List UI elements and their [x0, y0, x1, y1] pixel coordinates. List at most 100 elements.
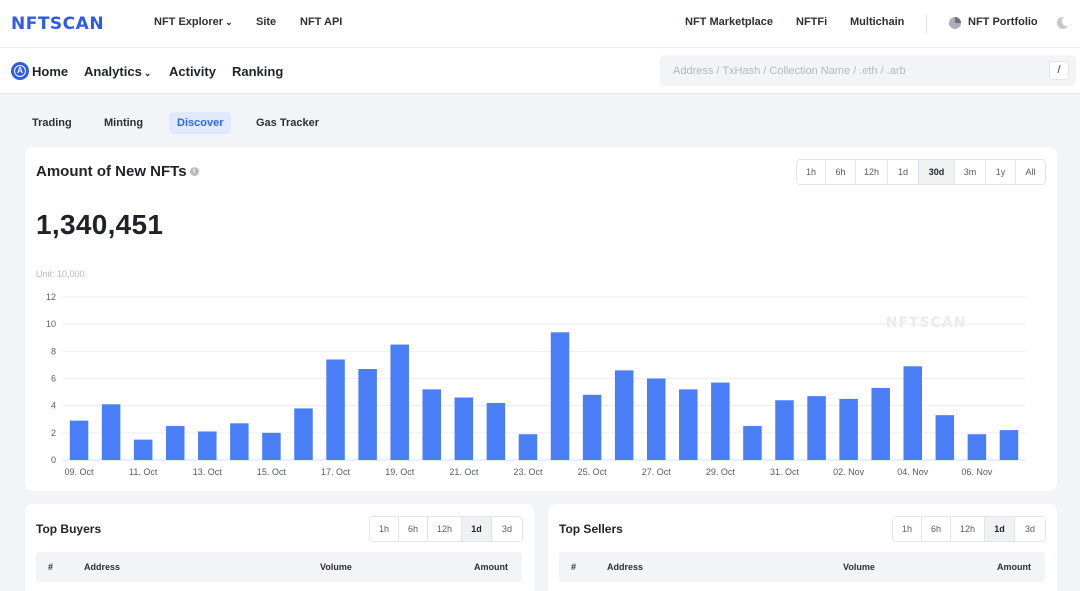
y-tick-label: 6 — [51, 374, 56, 384]
x-tick-label: 21. Oct — [449, 467, 479, 477]
chart-bar[interactable] — [486, 402, 506, 460]
tab-minting[interactable]: Minting — [96, 112, 151, 134]
column-address: Address — [607, 562, 644, 572]
top-buyers-card: Top Buyers 1h 6h 12h 1d 3d # Address Vol… — [25, 504, 534, 591]
chart-bar[interactable] — [518, 434, 538, 460]
chart-bar[interactable] — [999, 430, 1019, 460]
chart-bar[interactable] — [101, 404, 121, 460]
chart-bar[interactable] — [550, 332, 570, 460]
chevron-down-icon: ⌄ — [143, 68, 152, 78]
sellers-table-header: # Address Volume Amount — [559, 552, 1045, 582]
y-tick-label: 0 — [51, 455, 56, 465]
chart-watermark: NFTSCAN — [886, 315, 967, 331]
column-amount: Amount — [474, 562, 508, 572]
buyers-range-3d[interactable]: 3d — [492, 517, 522, 541]
sellers-range-3d[interactable]: 3d — [1015, 517, 1045, 541]
nav-activity[interactable]: Activity — [169, 64, 216, 79]
x-tick-label: 23. Oct — [513, 467, 543, 477]
column-rank: # — [48, 562, 54, 572]
top-sellers-card: Top Sellers 1h 6h 12h 1d 3d # Address Vo… — [548, 504, 1057, 591]
chart-bar[interactable] — [230, 423, 249, 460]
sellers-range-12h[interactable]: 12h — [951, 517, 985, 541]
nav-nft-portfolio[interactable]: NFT Portfolio — [968, 16, 1038, 28]
chart-bar[interactable] — [69, 420, 89, 460]
x-tick-label: 31. Oct — [770, 467, 800, 477]
chart-bar[interactable] — [358, 368, 377, 460]
search-shortcut-key: / — [1049, 61, 1069, 80]
new-nfts-bar-chart: NFTSCAN 0 2 4 6 8 10 12 09. Oct 11. Oct 13. Oct 15… — [46, 292, 1025, 477]
x-tick-label: 25. Oct — [578, 467, 608, 477]
chart-bar[interactable] — [294, 408, 313, 460]
chart-bar[interactable] — [198, 431, 217, 460]
chart-bar[interactable] — [711, 382, 730, 460]
column-amount: Amount — [997, 562, 1031, 572]
nav-home[interactable]: Home — [32, 64, 68, 79]
nav-site[interactable]: Site — [256, 16, 276, 28]
chart-bar[interactable] — [935, 415, 955, 460]
x-tick-label: 09. Oct — [65, 467, 95, 477]
x-tick-label: 15. Oct — [257, 467, 287, 477]
x-tick-label: 17. Oct — [321, 467, 351, 477]
nav-divider — [926, 15, 927, 33]
buyers-range-6h[interactable]: 6h — [399, 517, 428, 541]
sellers-range-1h[interactable]: 1h — [893, 517, 922, 541]
chart-bar[interactable] — [262, 432, 281, 460]
y-tick-label: 2 — [51, 428, 56, 438]
column-address: Address — [84, 562, 121, 572]
tab-gas-tracker[interactable]: Gas Tracker — [248, 112, 327, 134]
buyers-range-selector: 1h 6h 12h 1d 3d — [369, 516, 523, 542]
tab-discover[interactable]: Discover — [169, 112, 232, 134]
x-tick-label: 27. Oct — [642, 467, 672, 477]
secondary-navigation-bar: A Home Analytics⌄ Activity Ranking / — [0, 48, 1080, 94]
tab-trading[interactable]: Trading — [24, 112, 80, 134]
chart-bar[interactable] — [743, 426, 762, 460]
x-tick-label: 11. Oct — [129, 467, 158, 477]
x-tick-label: 06. Nov — [961, 467, 993, 477]
nftscan-logo[interactable]: NFTSCAN — [11, 14, 104, 34]
y-tick-label: 4 — [51, 401, 56, 411]
sellers-range-1d[interactable]: 1d — [985, 517, 1015, 541]
chart-bar[interactable] — [871, 388, 890, 460]
nav-nft-explorer[interactable]: NFT Explorer ⌄ — [154, 16, 233, 28]
nav-nftfi[interactable]: NFTFi — [796, 16, 827, 28]
x-tick-label: 13. Oct — [193, 467, 223, 477]
chart-bar[interactable] — [646, 378, 666, 461]
chart-bar[interactable] — [326, 359, 345, 460]
chart-bar[interactable] — [839, 398, 858, 460]
column-volume: Volume — [843, 562, 875, 572]
new-nfts-card: Amount of New NFTs i 1h 6h 12h 1d 30d 3m … — [25, 147, 1057, 491]
chart-bar[interactable] — [679, 389, 698, 460]
top-navigation-bar: NFTSCAN NFT Explorer ⌄ Site NFT API NFT M… — [0, 0, 1080, 48]
chart-bar[interactable] — [454, 397, 474, 460]
chart-bar[interactable] — [775, 400, 794, 460]
ethereum-chain-icon[interactable]: A — [11, 62, 29, 80]
sellers-range-6h[interactable]: 6h — [922, 517, 951, 541]
chart-bar[interactable] — [903, 366, 923, 460]
chart-bar[interactable] — [390, 344, 409, 460]
x-tick-label: 19. Oct — [385, 467, 415, 477]
chart-bar[interactable] — [165, 426, 185, 460]
buyers-range-12h[interactable]: 12h — [428, 517, 462, 541]
nav-analytics[interactable]: Analytics ⌄ — [84, 64, 151, 79]
moon-icon[interactable] — [1055, 16, 1069, 30]
search-box: / — [660, 55, 1076, 86]
buyers-range-1d[interactable]: 1d — [462, 517, 492, 541]
x-tick-label: 29. Oct — [706, 467, 736, 477]
nav-ranking[interactable]: Ranking — [232, 64, 283, 79]
chart-bar[interactable] — [807, 396, 826, 460]
top-buyers-title: Top Buyers — [36, 522, 102, 536]
x-tick-label: 04. Nov — [897, 467, 929, 477]
chart-bar[interactable] — [582, 394, 602, 460]
nav-nft-marketplace[interactable]: NFT Marketplace — [685, 16, 773, 28]
y-tick-label: 10 — [46, 319, 56, 329]
chart-bar[interactable] — [614, 370, 634, 460]
chart-bar[interactable] — [967, 434, 987, 460]
nav-nft-api[interactable]: NFT API — [300, 16, 342, 28]
search-input[interactable] — [660, 55, 1040, 86]
y-tick-label: 8 — [51, 346, 56, 356]
buyers-range-1h[interactable]: 1h — [370, 517, 399, 541]
nav-multichain[interactable]: Multichain — [850, 16, 904, 28]
chart-bar[interactable] — [133, 439, 153, 460]
sellers-range-selector: 1h 6h 12h 1d 3d — [892, 516, 1046, 542]
chart-bar[interactable] — [422, 389, 442, 460]
